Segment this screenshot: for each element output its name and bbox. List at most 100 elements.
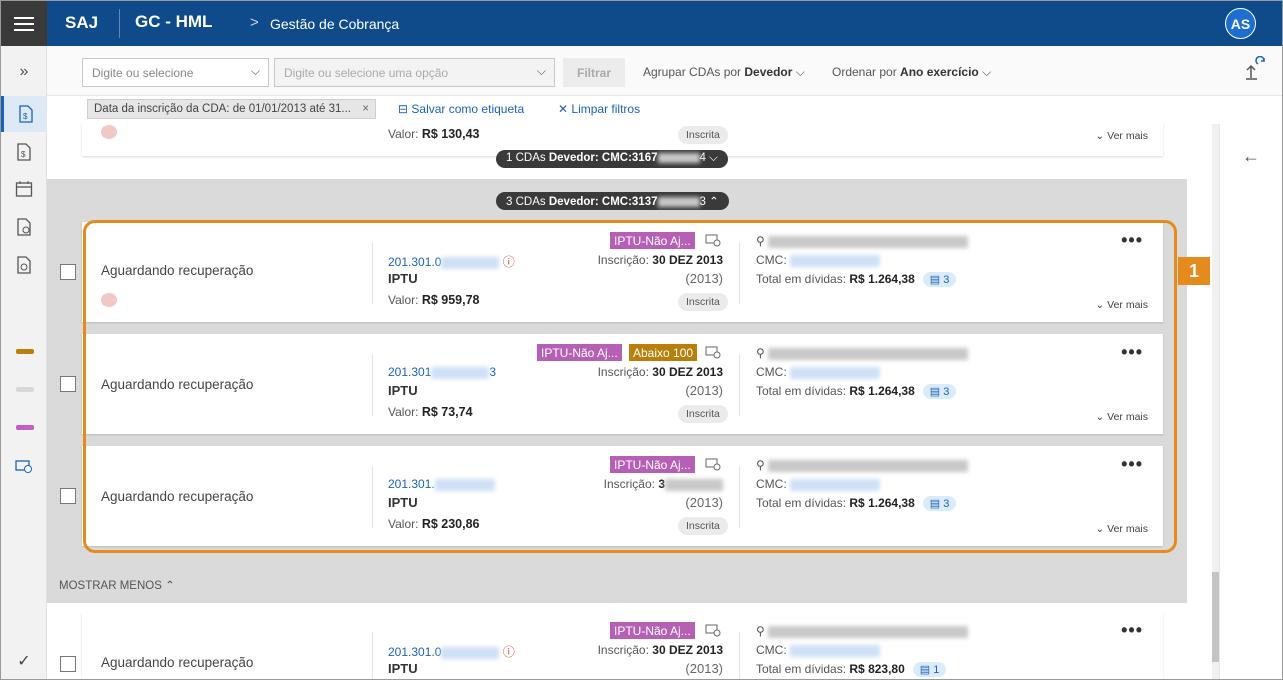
group-header-1[interactable]: 1 CDAs Devedor: CMC:3167 4 ⌵ (496, 150, 728, 168)
alert-doc-icon (101, 125, 117, 139)
debtor-name: ⚲ (756, 458, 969, 472)
filter-select-1[interactable]: Digite ou selecione ⌵ (82, 58, 269, 87)
filter-toolbar: Digite ou selecione ⌵ Digite ou selecion… (47, 46, 1282, 96)
add-tag-icon[interactable] (705, 624, 721, 638)
inscription-date: Inscrição: 3 (604, 477, 723, 491)
tag-iptu[interactable]: IPTU-Não Aj... (610, 622, 695, 639)
cda-list: Valor: R$ 130,43 Inscrita ⌄ Ver mais 1 C… (47, 124, 1212, 679)
rail-tag-gold[interactable] (16, 349, 34, 354)
rail-tag-add-icon[interactable] (1, 449, 47, 485)
avatar[interactable]: AS (1225, 8, 1256, 39)
debtor-total: Total em dívidas: R$ 1.264,38 ▤ 3 (756, 384, 957, 399)
cda-number-link[interactable]: 201.301.0 ⓘ (388, 643, 515, 660)
export-icon[interactable] (1243, 55, 1269, 82)
divider (739, 242, 740, 304)
add-tag-icon[interactable] (705, 346, 721, 360)
documents-count[interactable]: ▤ 3 (922, 272, 957, 287)
cda-number-link[interactable]: 201.301 3 (388, 365, 496, 379)
filter-select-2[interactable]: Digite ou selecione uma opção ⌵ (274, 58, 555, 87)
cda-number-link[interactable]: 201.301. (388, 477, 495, 491)
show-less-link[interactable]: MOSTRAR MENOS ⌃ (59, 578, 175, 592)
cda-value: Valor: R$ 230,86 (388, 517, 480, 531)
debtor-cmc: CMC: (756, 643, 881, 657)
rail-cda-icon[interactable]: $ (1, 96, 47, 132)
chevron-down-icon: ⌵ (536, 64, 546, 78)
select-checkbox[interactable] (60, 488, 76, 504)
filter-select-2-placeholder: Digite ou selecione uma opção (284, 66, 449, 80)
breadcrumb[interactable]: Gestão de Cobrança (270, 16, 399, 32)
order-by-dropdown[interactable]: Ordenar por Ano exercício ⌵ (832, 65, 991, 80)
save-tag-label: Salvar como etiqueta (411, 102, 525, 116)
more-options-icon[interactable]: ••• (1121, 230, 1143, 251)
cda-value: Valor: R$ 959,78 (388, 293, 480, 307)
documents-count[interactable]: ▤ 3 (922, 496, 957, 511)
rail-settings-doc-icon[interactable] (1, 209, 47, 245)
rail-tag-gray[interactable] (16, 387, 34, 392)
see-more-link[interactable]: ⌄ Ver mais (1095, 130, 1148, 142)
more-options-icon[interactable]: ••• (1121, 454, 1143, 475)
alert-doc-icon (101, 293, 117, 307)
cda-status: Aguardando recuperação (101, 377, 254, 392)
divider (372, 242, 373, 304)
left-rail: » $ $ ✓ (1, 46, 47, 679)
svg-text:$: $ (23, 112, 28, 121)
add-tag-icon[interactable] (705, 234, 721, 248)
close-icon: ✕ (558, 102, 569, 116)
debtor-cmc: CMC: (756, 477, 881, 491)
cda-status: Aguardando recuperação (101, 263, 254, 278)
callout-badge: 1 (1178, 257, 1210, 285)
save-tag-link[interactable]: ⊟ Salvar como etiqueta (398, 102, 524, 116)
select-checkbox[interactable] (60, 376, 76, 392)
cda-card[interactable]: Aguardando recuperação 201.301. IPTU Val… (82, 446, 1163, 546)
close-icon[interactable]: × (362, 103, 369, 115)
menu-icon[interactable] (1, 1, 47, 46)
chevron-up-icon: ⌃ (165, 580, 175, 592)
person-icon: ⚲ (756, 234, 765, 248)
tag-iptu[interactable]: IPTU-Não Aj... (610, 456, 695, 473)
tag-abaixo-100[interactable]: Abaixo 100 (629, 344, 698, 361)
see-more-link[interactable]: ⌄ Ver mais (1095, 299, 1148, 311)
scrollbar-thumb[interactable] (1212, 572, 1219, 662)
divider (739, 354, 740, 416)
debtor-cmc: CMC: (756, 253, 881, 267)
exercise-year: (2013) (685, 271, 723, 286)
documents-count[interactable]: ▤ 1 (912, 662, 947, 677)
filter-select-1-placeholder: Digite ou selecione (92, 66, 194, 80)
more-options-icon[interactable]: ••• (1121, 620, 1143, 641)
group-by-dropdown[interactable]: Agrupar CDAs por Devedor ⌵ (643, 65, 805, 80)
cda-card[interactable]: Aguardando recuperação 201.301.0 ⓘ IPTU … (82, 222, 1163, 322)
rail-tag-pink[interactable] (16, 425, 34, 430)
see-more-link[interactable]: ⌄ Ver mais (1095, 411, 1148, 423)
more-options-icon[interactable]: ••• (1121, 342, 1143, 363)
select-checkbox[interactable] (60, 656, 76, 672)
inscription-date: Inscrição: 30 DEZ 2013 (597, 365, 723, 379)
filter-button[interactable]: Filtrar (563, 58, 625, 87)
expand-rail-icon[interactable]: » (1, 54, 47, 90)
clear-filters-link[interactable]: ✕ Limpar filtros (558, 102, 640, 116)
exercise-year: (2013) (685, 383, 723, 398)
rail-calendar-icon[interactable] (1, 171, 47, 207)
filter-chip-date[interactable]: Data da inscrição da CDA: de 01/01/2013 … (87, 99, 376, 119)
chevron-up-icon: ⌃ (709, 196, 719, 208)
cda-type: IPTU (388, 495, 418, 510)
breadcrumb-chevron-icon: > (250, 14, 259, 31)
group-header-2[interactable]: 3 CDAs Devedor: CMC:3137 3 ⌃ (496, 192, 729, 210)
divider (372, 354, 373, 416)
check-icon[interactable]: ✓ (1, 643, 47, 679)
documents-count[interactable]: ▤ 3 (922, 384, 957, 399)
rail-document-icon[interactable]: $ (1, 134, 47, 170)
tag-iptu[interactable]: IPTU-Não Aj... (610, 232, 695, 249)
add-tag-icon[interactable] (705, 458, 721, 472)
cda-card[interactable]: Aguardando recuperação 201.301 3 IPTU Val… (82, 334, 1163, 434)
scrollbar[interactable] (1212, 124, 1219, 679)
brand-logo[interactable]: SAJ (65, 13, 98, 33)
back-arrow-icon[interactable]: ← (1242, 146, 1260, 167)
rail-history-doc-icon[interactable] (1, 247, 47, 283)
cda-number-link[interactable]: 201.301.0 ⓘ (388, 253, 515, 270)
debtor-cmc: CMC: (756, 365, 881, 379)
svg-text:$: $ (21, 150, 26, 159)
cda-card[interactable]: Aguardando recuperação 201.301.0 ⓘ IPTU … (82, 612, 1163, 679)
tag-iptu[interactable]: IPTU-Não Aj... (537, 344, 622, 361)
see-more-link[interactable]: ⌄ Ver mais (1095, 523, 1148, 535)
select-checkbox[interactable] (60, 264, 76, 280)
